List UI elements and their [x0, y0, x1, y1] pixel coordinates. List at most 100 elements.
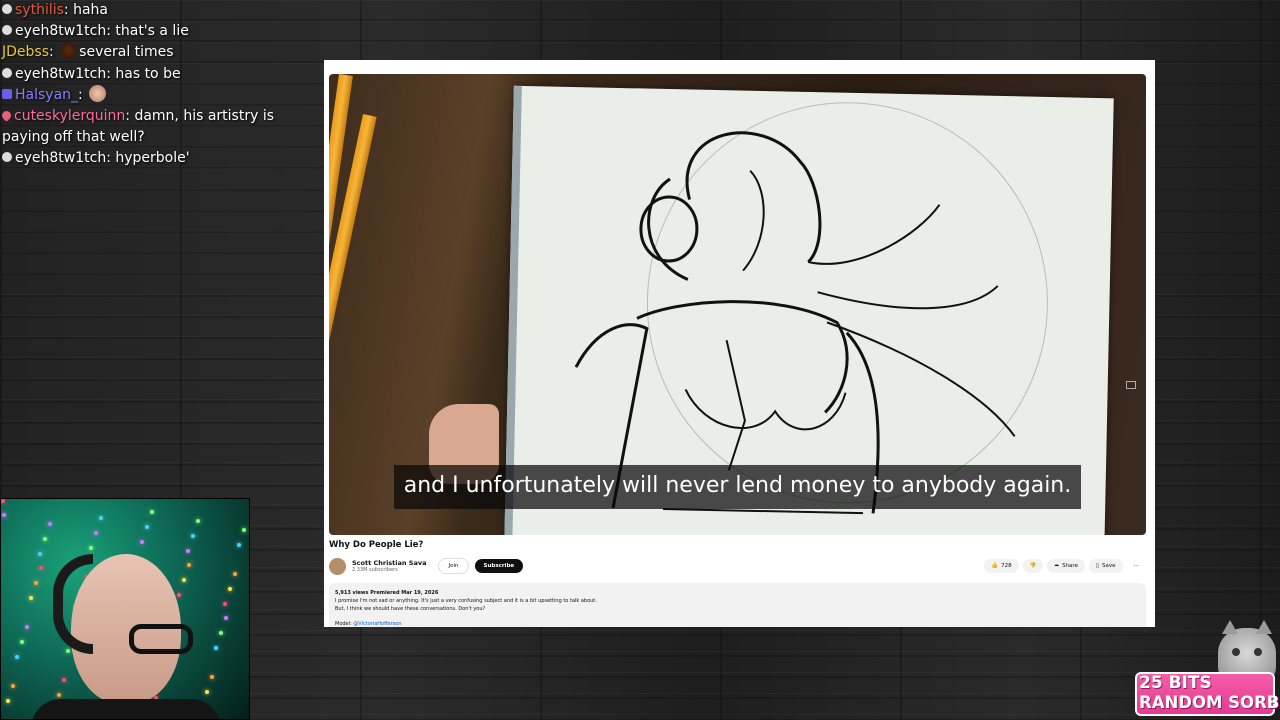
- more-options-button[interactable]: ⋯: [1127, 559, 1147, 573]
- coin-emote: [60, 42, 78, 60]
- chat-separator: :: [106, 65, 111, 82]
- action-bar: 👍 728 👎 ➦ Share ▯ Save ⋯: [984, 559, 1146, 573]
- channel-avatar[interactable]: [329, 557, 346, 575]
- light-bulb: [66, 649, 70, 653]
- glasses: [129, 624, 193, 654]
- bits-alert: 25 BITS RANDOM SORB: [1135, 672, 1279, 716]
- video-meta: 5,913 views Premiered Mar 19, 2026: [335, 590, 439, 596]
- egg-icon: [2, 25, 12, 36]
- light-bulb: [177, 593, 181, 597]
- light-bulb: [186, 549, 190, 553]
- webcam-feed: [0, 498, 250, 720]
- chat-username[interactable]: eyeh8tw1tch: [15, 150, 106, 166]
- share-icon: ➦: [1054, 563, 1060, 569]
- cat-ear-right: [1256, 620, 1272, 634]
- share-button[interactable]: ➦ Share: [1047, 559, 1085, 573]
- bookmark-icon: ▯: [1095, 563, 1099, 569]
- light-bulb: [57, 693, 61, 697]
- chat-separator: :: [106, 23, 111, 40]
- light-bulb: [237, 543, 241, 547]
- subtitle-caption: and I unfortunately will never lend mone…: [329, 465, 1146, 510]
- light-bulb: [187, 563, 191, 567]
- light-bulb: [34, 581, 38, 585]
- chat-text: several times: [79, 44, 174, 61]
- subscribe-button[interactable]: Subscribe: [474, 559, 524, 573]
- like-count: 728: [1001, 563, 1012, 569]
- light-bulb: [1, 499, 5, 503]
- chat-text: that's a lie: [115, 23, 189, 40]
- join-button[interactable]: Join: [438, 558, 469, 574]
- more-icon: ⋯: [1133, 563, 1140, 569]
- light-bulb: [182, 578, 186, 582]
- light-bulb: [223, 602, 227, 606]
- dislike-button[interactable]: 👎: [1022, 559, 1044, 573]
- thumbs-down-icon: 👎: [1029, 563, 1037, 569]
- light-bulb: [43, 537, 47, 541]
- headphones: [53, 554, 93, 654]
- chat-text: haha: [73, 2, 108, 18]
- save-label: Save: [1101, 563, 1116, 569]
- light-bulb: [196, 519, 200, 523]
- light-bulb: [242, 528, 246, 532]
- chat-text: has to be: [115, 65, 181, 82]
- light-bulb: [210, 675, 214, 679]
- light-bulb: [99, 516, 103, 520]
- bits-amount: 25 BITS: [1139, 673, 1212, 693]
- video-title: Why Do People Lie?: [329, 540, 424, 550]
- chat-separator: :: [78, 86, 83, 103]
- chat-username[interactable]: Halsyan_: [15, 87, 78, 103]
- video-player[interactable]: and I unfortunately will never lend mone…: [329, 74, 1146, 535]
- chat-message: eyeh8tw1tch: that's a lie: [2, 21, 322, 42]
- chat-message: sythilis: haha: [2, 0, 322, 21]
- chat-overlay: sythilis: haha eyeh8tw1tch: that's a lie J…: [0, 0, 322, 170]
- light-bulb: [11, 684, 15, 688]
- chat-username[interactable]: cuteskylerquinn: [14, 108, 125, 124]
- light-bulb: [140, 540, 144, 544]
- video-info: Why Do People Lie? Scott Christian Sava …: [329, 538, 1146, 627]
- light-bulb: [29, 596, 33, 600]
- model-link[interactable]: @VictoriaHofferson: [353, 621, 401, 627]
- chat-text: hyperbole': [115, 150, 190, 167]
- channel-info: Scott Christian Sava 2.33M subscribers: [352, 559, 426, 573]
- light-bulb: [38, 552, 42, 556]
- light-bulb: [62, 678, 66, 682]
- channel-name[interactable]: Scott Christian Sava: [352, 559, 426, 567]
- chat-message: eyeh8tw1tch: hyperbole': [2, 148, 322, 169]
- light-bulb: [25, 625, 29, 629]
- light-bulb: [191, 534, 195, 538]
- subtitle-text: and I unfortunately will never lend mone…: [393, 465, 1082, 509]
- pip-icon[interactable]: [1126, 381, 1136, 389]
- light-bulb: [94, 531, 98, 535]
- model-credit: Model: @VictoriaHofferson: [335, 620, 1140, 627]
- light-bulb: [228, 587, 232, 591]
- donor-name: RANDOM SORB: [1139, 693, 1280, 712]
- light-bulb: [150, 510, 154, 514]
- like-button[interactable]: 👍 728: [984, 559, 1019, 573]
- light-bulb: [39, 566, 43, 570]
- heart-icon: [0, 109, 13, 122]
- save-button[interactable]: ▯ Save: [1088, 559, 1123, 573]
- channel-row: Scott Christian Sava 2.33M subscribers J…: [329, 553, 1146, 579]
- chat-message: JDebss: several times: [2, 42, 322, 63]
- description-box[interactable]: 5,913 views Premiered Mar 19, 2026 I pro…: [329, 583, 1146, 627]
- chat-username[interactable]: sythilis: [15, 2, 64, 18]
- share-label: Share: [1062, 563, 1078, 569]
- chat-separator: :: [125, 108, 130, 125]
- chat-separator: :: [106, 150, 111, 167]
- chat-separator: :: [49, 44, 54, 61]
- sub-badge-icon: [2, 88, 12, 99]
- cat-ear-left: [1222, 620, 1238, 634]
- light-bulb: [219, 631, 223, 635]
- description-line-2: But, I think we should have these conver…: [335, 606, 486, 612]
- light-bulb: [48, 522, 52, 526]
- chat-username[interactable]: JDebss: [2, 44, 49, 60]
- light-bulb: [224, 616, 228, 620]
- light-bulb: [89, 546, 93, 550]
- browser-window: and I unfortunately will never lend mone…: [324, 60, 1155, 627]
- egg-icon: [2, 67, 12, 78]
- light-bulb: [20, 640, 24, 644]
- broadcaster-icon: [2, 4, 12, 14]
- chat-username[interactable]: eyeh8tw1tch: [15, 66, 106, 82]
- cat-eye-left: [1232, 648, 1240, 656]
- chat-username[interactable]: eyeh8tw1tch: [15, 23, 106, 39]
